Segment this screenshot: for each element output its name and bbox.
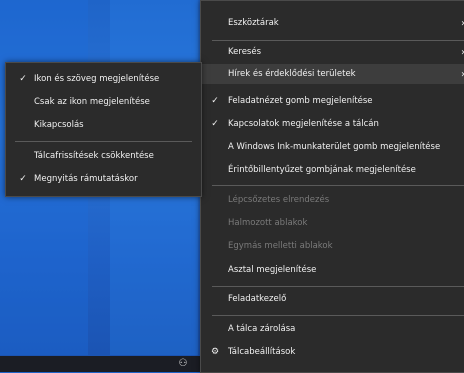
menu-separator <box>212 315 464 316</box>
people-icon[interactable]: ⚇ <box>176 357 190 371</box>
submenu-item-show-icon-only[interactable]: Csak az ikon megjelenítése <box>6 92 201 112</box>
submenu-item-turn-off[interactable]: Kikapcsolás <box>6 115 201 135</box>
submenu-item-label: Megnyitás rámutatáskor <box>34 174 138 184</box>
menu-separator <box>15 141 192 142</box>
menu-item-label: Feladatnézet gomb megjelenítése <box>228 96 373 106</box>
menu-separator <box>212 185 464 186</box>
menu-item-label: A Windows Ink-munkaterület gomb megjelen… <box>228 142 441 152</box>
menu-item-label: Asztal megjelenítése <box>228 265 317 275</box>
checkmark-icon: ✓ <box>19 74 27 84</box>
checkmark-icon: ✓ <box>19 174 27 184</box>
menu-item-show-people-on-taskbar[interactable]: ✓ Kapcsolatok megjelenítése a tálcán <box>201 114 464 134</box>
menu-item-label: Feladatkezelő <box>228 294 287 304</box>
menu-item-taskbar-settings[interactable]: ⚙ Tálcabeállítások <box>201 342 464 362</box>
menu-item-side-by-side-windows: Egymás melletti ablakok <box>201 236 464 256</box>
checkmark-icon: ✓ <box>211 96 219 106</box>
menu-item-label: Kapcsolatok megjelenítése a tálcán <box>228 119 379 129</box>
menu-item-label: Halmozott ablakok <box>228 218 308 228</box>
menu-item-show-task-view-button[interactable]: ✓ Feladatnézet gomb megjelenítése <box>201 91 464 111</box>
gear-icon: ⚙ <box>210 347 220 357</box>
submenu-item-label: Tálcafrissítések csökkentése <box>34 151 154 161</box>
submenu-item-label: Csak az ikon megjelenítése <box>34 97 150 107</box>
menu-item-stack-windows: Halmozott ablakok <box>201 213 464 233</box>
news-and-interests-submenu: ✓ Ikon és szöveg megjelenítése Csak az i… <box>5 62 202 197</box>
menu-separator <box>212 40 464 41</box>
menu-item-label: Eszköztárak <box>228 18 279 28</box>
submenu-item-reduce-taskbar-updates[interactable]: Tálcafrissítések csökkentése <box>6 146 201 166</box>
submenu-item-open-on-hover[interactable]: ✓ Megnyitás rámutatáskor <box>6 169 201 189</box>
menu-item-cascade-windows: Lépcsőzetes elrendezés <box>201 190 464 210</box>
menu-item-toolbars[interactable]: Eszköztárak › <box>201 13 464 33</box>
menu-item-task-manager[interactable]: Feladatkezelő <box>201 289 464 309</box>
menu-item-label: Hírek és érdeklődési területek <box>228 69 356 79</box>
checkmark-icon: ✓ <box>211 119 219 129</box>
taskbar-context-menu: Eszköztárak › Keresés › Hírek és érdeklő… <box>200 0 464 373</box>
submenu-item-label: Ikon és szöveg megjelenítése <box>34 74 160 84</box>
menu-item-label: Tálcabeállítások <box>228 347 296 357</box>
submenu-item-show-icon-and-text[interactable]: ✓ Ikon és szöveg megjelenítése <box>6 69 201 89</box>
menu-item-search[interactable]: Keresés › <box>201 42 464 62</box>
menu-item-label: A tálca zárolása <box>228 324 296 334</box>
menu-item-show-windows-ink-button[interactable]: A Windows Ink-munkaterület gomb megjelen… <box>201 137 464 157</box>
menu-item-show-touch-keyboard-button[interactable]: Érintőbillentyűzet gombjának megjeleníté… <box>201 160 464 180</box>
menu-item-show-desktop[interactable]: Asztal megjelenítése <box>201 260 464 280</box>
menu-item-label: Lépcsőzetes elrendezés <box>228 195 330 205</box>
submenu-item-label: Kikapcsolás <box>34 120 84 130</box>
menu-item-label: Keresés <box>228 47 262 57</box>
menu-item-label: Egymás melletti ablakok <box>228 241 333 251</box>
menu-separator <box>212 286 464 287</box>
menu-item-label: Érintőbillentyűzet gombjának megjeleníté… <box>228 165 416 175</box>
menu-item-lock-taskbar[interactable]: A tálca zárolása <box>201 319 464 339</box>
menu-item-news-and-interests[interactable]: Hírek és érdeklődési területek › <box>201 64 464 84</box>
